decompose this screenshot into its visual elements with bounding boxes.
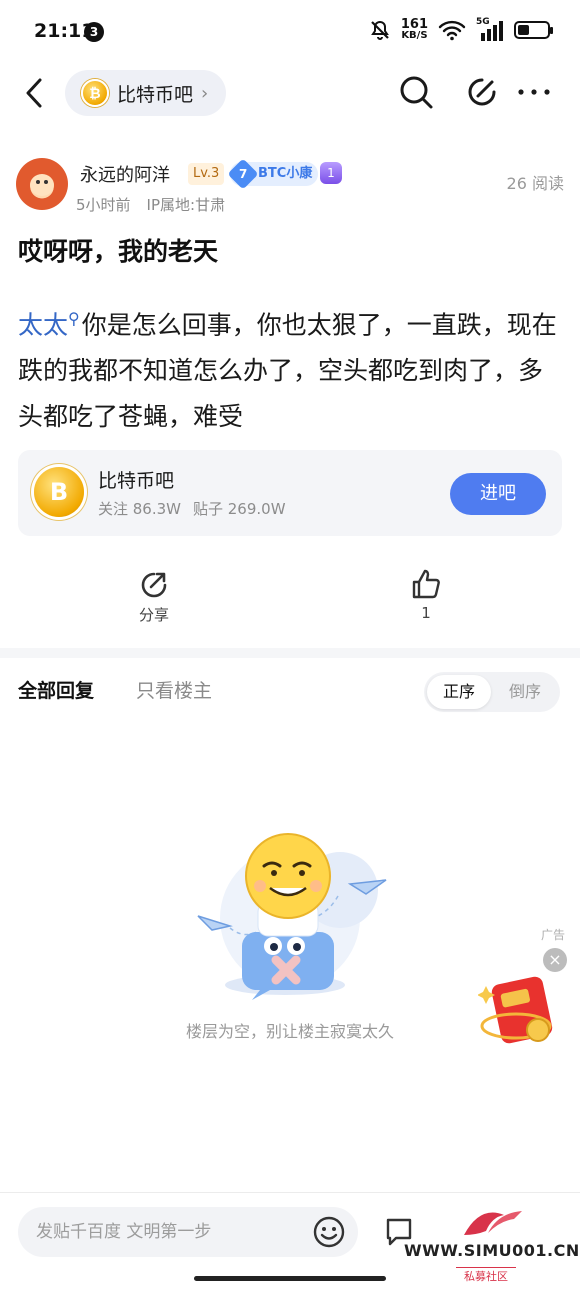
- share-label: 分享: [138, 606, 169, 624]
- thumbs-up-icon: [412, 569, 440, 599]
- author-row: 永远的阿洋 Lv.3 7 BTC小康 1 5小时前 IP属地:甘肃 26 阅读: [16, 158, 564, 214]
- emoji-icon[interactable]: [312, 1215, 346, 1249]
- more-icon[interactable]: [516, 74, 552, 110]
- share-button[interactable]: 分享: [114, 568, 194, 625]
- battery-icon: [514, 20, 553, 39]
- like-button[interactable]: 1: [386, 568, 466, 622]
- author-name[interactable]: 永远的阿洋: [80, 161, 170, 187]
- empty-state-illustration: [197, 833, 387, 1000]
- post-time: 5小时前: [76, 196, 131, 214]
- forum-followers: 关注 86.3W: [98, 500, 181, 518]
- cellular-signal: 5G: [476, 17, 504, 41]
- forum-pill-name: 比特币吧: [117, 83, 194, 106]
- forum-card-name: 比特币吧: [98, 470, 175, 492]
- crown-badge-icon: 1: [320, 162, 342, 184]
- chevron-right-icon: ›: [201, 82, 209, 104]
- post-title: 哎呀呀，我的老天: [18, 237, 219, 266]
- forum-card-stats: 关注 86.3W 贴子 269.0W: [98, 498, 286, 519]
- reply-tabs: 全部回复 只看楼主 正序 倒序: [0, 660, 580, 720]
- watermark-url: WWW.SIMU001.CN: [404, 1241, 580, 1260]
- search-icon[interactable]: [398, 74, 434, 110]
- member-badge-text: BTC小康: [258, 166, 313, 181]
- section-divider: [0, 648, 580, 658]
- net-speed: 161 KB/S: [401, 18, 428, 41]
- sort-descending-button[interactable]: 倒序: [493, 675, 557, 709]
- edit-icon[interactable]: [464, 74, 500, 110]
- ip-location: IP属地:甘肃: [146, 196, 226, 214]
- watermark: WWW.SIMU001.CN 私募社区: [404, 1205, 580, 1295]
- battery-fill: [518, 24, 530, 35]
- search-link-icon[interactable]: ⚲: [68, 309, 80, 328]
- back-icon[interactable]: [18, 76, 52, 110]
- tab-all-replies[interactable]: 全部回复: [18, 676, 94, 703]
- watermark-logo-icon: [464, 1211, 522, 1235]
- post-actions: 分享 1: [0, 560, 580, 640]
- signal-bars-icon: [481, 20, 503, 41]
- status-icons: 161 KB/S 5G: [369, 17, 553, 41]
- level-badge: Lv.3: [188, 163, 225, 185]
- avatar[interactable]: [16, 158, 68, 210]
- forum-pill[interactable]: ₿ 比特币吧 ›: [65, 70, 227, 116]
- forum-posts: 贴子 269.0W: [193, 500, 286, 518]
- top-nav: ₿ 比特币吧 ›: [0, 64, 580, 124]
- watermark-tag: 私募社区: [456, 1267, 516, 1285]
- share-icon: [141, 572, 167, 598]
- post-body-text: 你是怎么回事，你也太狠了，一直跌，现在跌的我都不知道怎么办了，空头都吃到肉了，多…: [18, 310, 557, 432]
- net-speed-unit: KB/S: [401, 30, 428, 41]
- forum-card[interactable]: B 比特币吧 关注 86.3W 贴子 269.0W 进吧: [18, 450, 562, 536]
- member-badge: 7 BTC小康: [227, 158, 319, 190]
- post-body: 太太⚲你是怎么回事，你也太狠了，一直跌，现在跌的我都不知道怎么办了，空头都吃到肉…: [18, 296, 562, 440]
- like-count: 1: [421, 604, 431, 622]
- bitcoin-logo-icon: ₿: [81, 79, 109, 107]
- status-bar: 21:11 3 161 KB/S 5G: [0, 0, 580, 64]
- sort-ascending-button[interactable]: 正序: [427, 675, 491, 709]
- ad-close-icon[interactable]: ×: [543, 948, 567, 972]
- read-count: 26 阅读: [506, 174, 564, 193]
- tab-host-only[interactable]: 只看楼主: [136, 676, 212, 703]
- wifi-icon: [438, 20, 466, 40]
- post-body-link[interactable]: 太太: [18, 310, 68, 339]
- comment-input[interactable]: 发贴千百度 文明第一步: [18, 1207, 358, 1257]
- enter-forum-button[interactable]: 进吧: [450, 473, 546, 515]
- mute-bell-icon: [370, 20, 389, 40]
- red-packet-ad-icon[interactable]: [478, 974, 564, 1050]
- sort-toggle: 正序 倒序: [424, 672, 560, 712]
- ad-label: 广告: [541, 928, 566, 942]
- home-indicator[interactable]: [194, 1276, 386, 1281]
- post-meta: 5小时前 IP属地:甘肃: [76, 194, 225, 215]
- notification-count-badge: 3: [84, 22, 104, 42]
- bitcoin-logo-icon: B: [34, 467, 84, 517]
- member-level-icon: 7: [227, 158, 259, 190]
